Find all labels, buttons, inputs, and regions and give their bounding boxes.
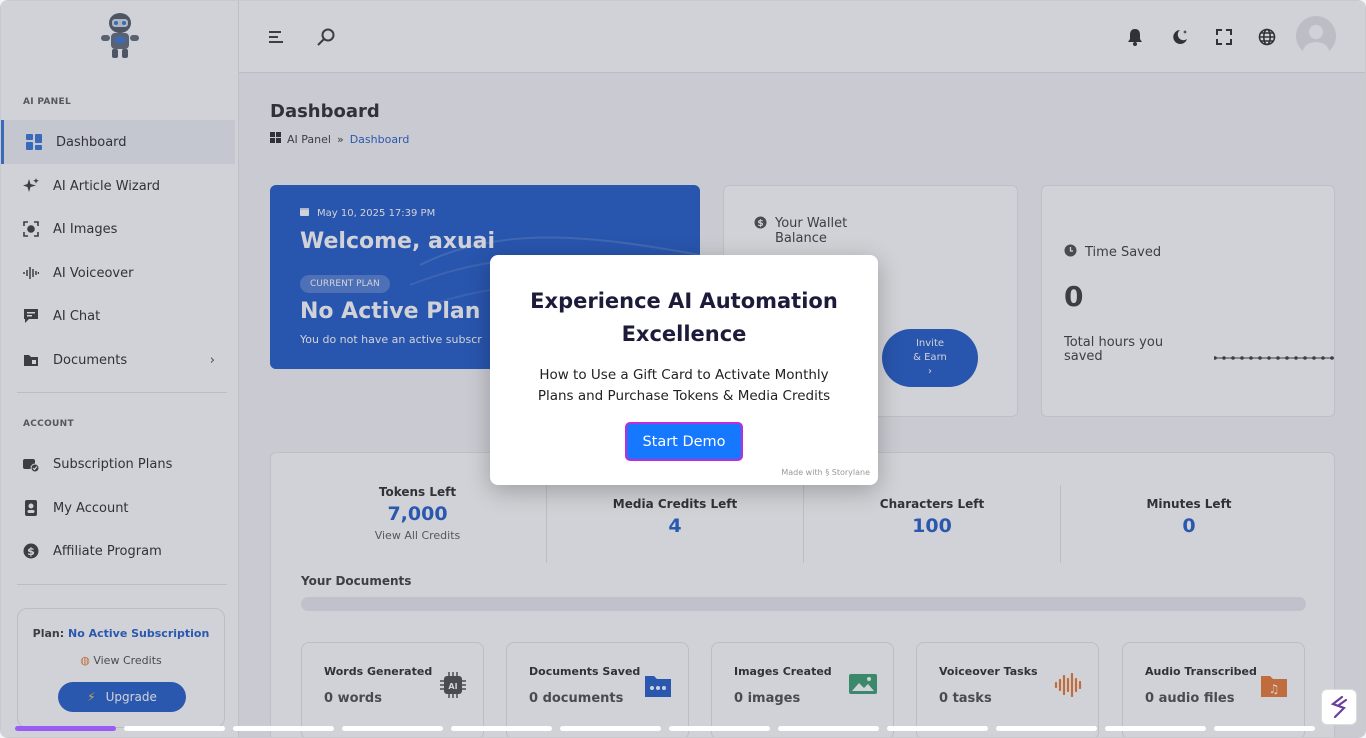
modal-description: How to Use a Gift Card to Activate Month… — [537, 367, 831, 404]
progress-segment[interactable] — [233, 726, 334, 731]
start-demo-button[interactable]: Start Demo — [625, 422, 743, 461]
progress-segment[interactable] — [1214, 726, 1315, 731]
progress-segment[interactable] — [342, 726, 443, 731]
made-with-label: Made with — [781, 468, 823, 477]
modal-title-line2: Excellence — [621, 322, 747, 346]
progress-segment[interactable] — [996, 726, 1097, 731]
modal-title: Experience AI Automation Excellence — [490, 285, 878, 351]
storylane-badge-icon[interactable] — [1321, 689, 1357, 725]
progress-segment[interactable] — [124, 726, 225, 731]
progress-segment[interactable] — [669, 726, 770, 731]
progress-segment[interactable] — [1105, 726, 1206, 731]
progress-segment[interactable] — [451, 726, 552, 731]
made-with-storylane[interactable]: Made with § Storylane — [781, 468, 870, 477]
demo-modal: Experience AI Automation Excellence How … — [490, 255, 878, 485]
progress-segment[interactable] — [778, 726, 879, 731]
app-frame: AI PANEL Dashboard AI Article Wizard AI … — [0, 0, 1366, 738]
progress-segment[interactable] — [887, 726, 988, 731]
demo-progress-bar — [15, 726, 1315, 731]
progress-segment[interactable] — [15, 726, 116, 731]
modal-title-line1: Experience AI Automation — [530, 289, 838, 313]
storylane-logo-icon: § — [825, 468, 830, 477]
brand-label: Storylane — [831, 468, 870, 477]
progress-segment[interactable] — [560, 726, 661, 731]
